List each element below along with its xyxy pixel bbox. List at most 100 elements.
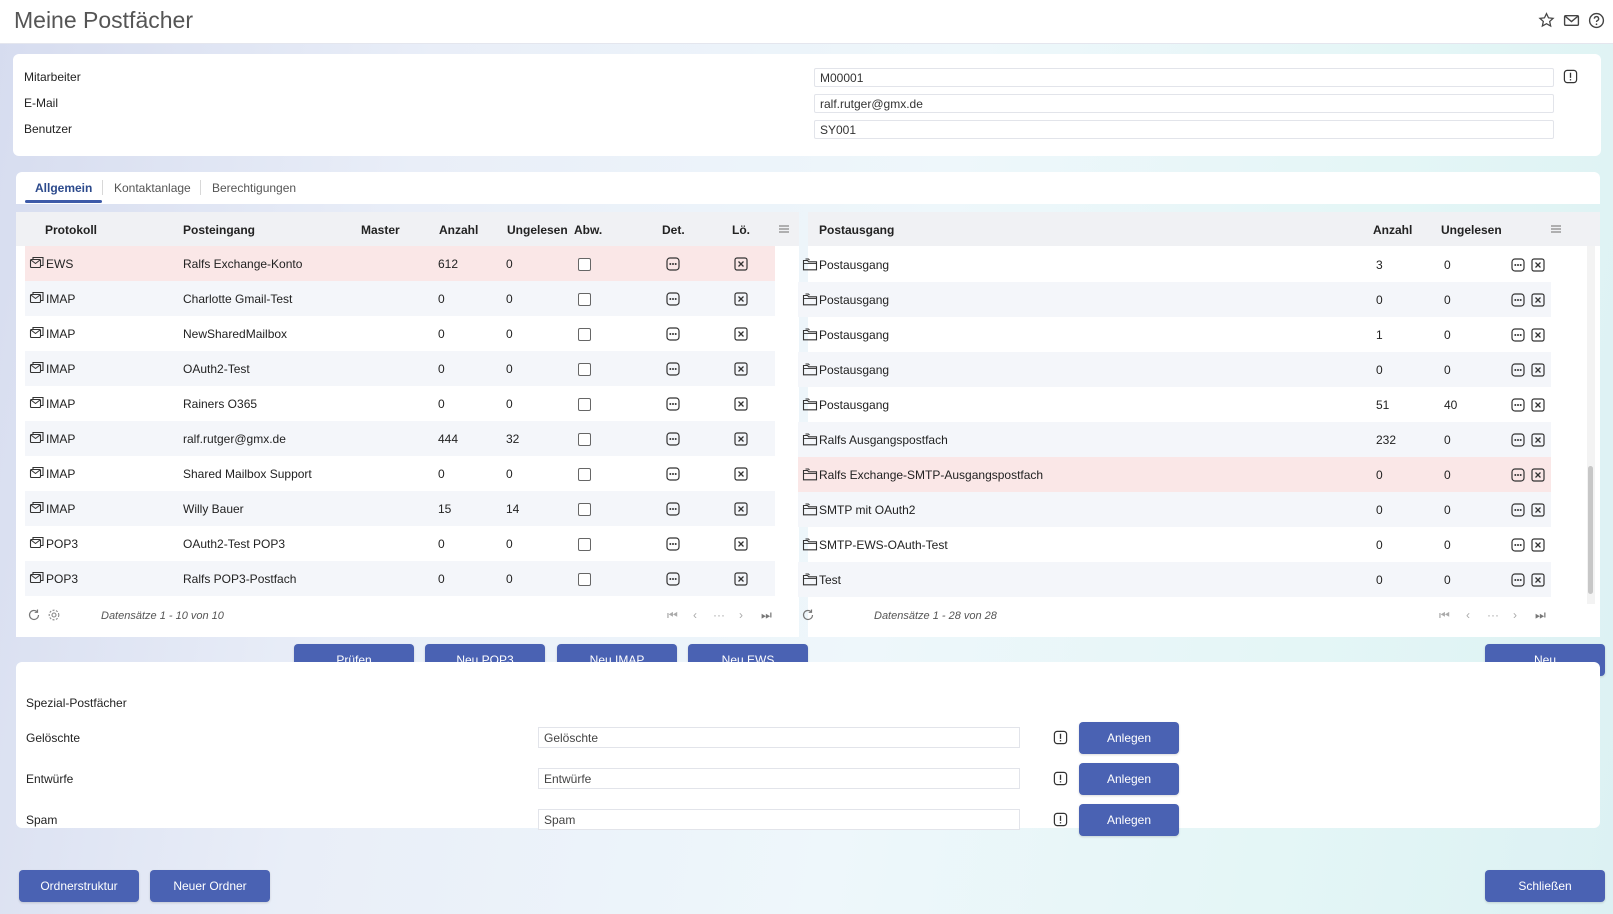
details-icon[interactable] xyxy=(666,327,680,341)
table-row[interactable]: IMAP Willy Bauer 15 14 xyxy=(25,491,775,526)
table-row[interactable]: IMAP ralf.rutger@gmx.de 444 32 xyxy=(25,421,775,456)
details-icon[interactable] xyxy=(666,362,680,376)
details-icon[interactable] xyxy=(1511,363,1525,377)
neuer-ordner-button[interactable]: Neuer Ordner xyxy=(150,870,270,902)
benutzer-field[interactable]: SY001 xyxy=(814,120,1554,139)
delete-icon[interactable] xyxy=(1531,293,1545,307)
col-ungelesen[interactable]: Ungelesen xyxy=(1441,223,1502,237)
abw-checkbox[interactable] xyxy=(578,258,591,271)
spam-info-icon[interactable] xyxy=(1053,812,1068,827)
refresh-icon[interactable] xyxy=(801,608,815,622)
mitarbeiter-field[interactable]: M00001 xyxy=(814,68,1554,87)
details-icon[interactable] xyxy=(1511,538,1525,552)
delete-icon[interactable] xyxy=(734,257,748,271)
details-icon[interactable] xyxy=(1511,398,1525,412)
delete-icon[interactable] xyxy=(734,502,748,516)
details-icon[interactable] xyxy=(1511,573,1525,587)
delete-icon[interactable] xyxy=(1531,433,1545,447)
details-icon[interactable] xyxy=(1511,328,1525,342)
last-page-icon[interactable]: ⏭ xyxy=(761,608,772,623)
table-row[interactable]: SMTP-EWS-OAuth-Test 0 0 xyxy=(798,527,1551,562)
abw-checkbox[interactable] xyxy=(578,328,591,341)
details-icon[interactable] xyxy=(666,257,680,271)
delete-icon[interactable] xyxy=(1531,573,1545,587)
abw-checkbox[interactable] xyxy=(578,398,591,411)
delete-icon[interactable] xyxy=(734,467,748,481)
delete-icon[interactable] xyxy=(1531,363,1545,377)
anlegen-spam-button[interactable]: Anlegen xyxy=(1079,804,1179,836)
delete-icon[interactable] xyxy=(734,432,748,446)
first-page-icon[interactable]: ⏮ xyxy=(667,608,678,623)
geloeschte-info-icon[interactable] xyxy=(1053,730,1068,745)
tab-allgemein[interactable]: Allgemein xyxy=(35,181,92,195)
table-row[interactable]: EWS Ralfs Exchange-Konto 612 0 xyxy=(25,246,775,281)
table-row[interactable]: Ralfs Ausgangspostfach 232 0 xyxy=(798,422,1551,457)
refresh-icon[interactable] xyxy=(27,608,41,622)
col-anzahl[interactable]: Anzahl xyxy=(1373,223,1412,237)
abw-checkbox[interactable] xyxy=(578,433,591,446)
details-icon[interactable] xyxy=(666,502,680,516)
abw-checkbox[interactable] xyxy=(578,538,591,551)
column-menu-icon[interactable] xyxy=(1550,223,1562,235)
col-abw[interactable]: Abw. xyxy=(574,223,602,237)
mitarbeiter-info-icon[interactable] xyxy=(1563,69,1578,84)
delete-icon[interactable] xyxy=(1531,503,1545,517)
details-icon[interactable] xyxy=(666,292,680,306)
table-row[interactable]: POP3 OAuth2-Test POP3 0 0 xyxy=(25,526,775,561)
table-row[interactable]: Ralfs Exchange-SMTP-Ausgangspostfach 0 0 xyxy=(798,457,1551,492)
settings-gear-icon[interactable] xyxy=(47,608,61,622)
delete-icon[interactable] xyxy=(1531,538,1545,552)
abw-checkbox[interactable] xyxy=(578,503,591,516)
table-row[interactable]: Postausgang 1 0 xyxy=(798,317,1551,352)
outbox-scrollbar-thumb[interactable] xyxy=(1588,466,1593,594)
geloeschte-field[interactable]: Gelöschte xyxy=(538,727,1020,748)
col-protokoll[interactable]: Protokoll xyxy=(45,223,97,237)
column-menu-icon[interactable] xyxy=(778,223,790,235)
details-icon[interactable] xyxy=(666,397,680,411)
table-row[interactable]: SMTP mit OAuth2 0 0 xyxy=(798,492,1551,527)
next-page-icon[interactable]: › xyxy=(1513,608,1517,622)
details-icon[interactable] xyxy=(1511,468,1525,482)
abw-checkbox[interactable] xyxy=(578,363,591,376)
delete-icon[interactable] xyxy=(734,397,748,411)
anlegen-geloeschte-button[interactable]: Anlegen xyxy=(1079,722,1179,754)
ordnerstruktur-button[interactable]: Ordnerstruktur xyxy=(19,870,139,902)
details-icon[interactable] xyxy=(1511,503,1525,517)
help-icon[interactable] xyxy=(1588,12,1605,29)
details-icon[interactable] xyxy=(666,572,680,586)
delete-icon[interactable] xyxy=(734,292,748,306)
abw-checkbox[interactable] xyxy=(578,468,591,481)
delete-icon[interactable] xyxy=(1531,468,1545,482)
col-ungelesen[interactable]: Ungelesen xyxy=(507,223,568,237)
page-dots[interactable]: ··· xyxy=(1487,608,1499,622)
table-row[interactable]: IMAP OAuth2-Test 0 0 xyxy=(25,351,775,386)
delete-icon[interactable] xyxy=(1531,398,1545,412)
details-icon[interactable] xyxy=(666,537,680,551)
prev-page-icon[interactable]: ‹ xyxy=(1466,608,1470,622)
abw-checkbox[interactable] xyxy=(578,293,591,306)
table-row[interactable]: Postausgang 3 0 xyxy=(798,247,1551,282)
tab-berechtigungen[interactable]: Berechtigungen xyxy=(212,181,296,195)
delete-icon[interactable] xyxy=(734,362,748,376)
email-field[interactable]: ralf.rutger@gmx.de xyxy=(814,94,1554,113)
delete-icon[interactable] xyxy=(734,572,748,586)
last-page-icon[interactable]: ⏭ xyxy=(1535,608,1546,623)
abw-checkbox[interactable] xyxy=(578,573,591,586)
details-icon[interactable] xyxy=(1511,433,1525,447)
delete-icon[interactable] xyxy=(1531,258,1545,272)
table-row[interactable]: IMAP Charlotte Gmail-Test 0 0 xyxy=(25,281,775,316)
details-icon[interactable] xyxy=(1511,258,1525,272)
tab-kontaktanlage[interactable]: Kontaktanlage xyxy=(114,181,191,195)
schliessen-button[interactable]: Schließen xyxy=(1485,870,1605,902)
table-row[interactable]: POP3 Ralfs POP3-Postfach 0 0 xyxy=(25,561,775,596)
table-row[interactable]: Postausgang 0 0 xyxy=(798,282,1551,317)
details-icon[interactable] xyxy=(1511,293,1525,307)
delete-icon[interactable] xyxy=(734,327,748,341)
first-page-icon[interactable]: ⏮ xyxy=(1439,608,1450,623)
col-postausgang[interactable]: Postausgang xyxy=(819,223,894,237)
col-posteingang[interactable]: Posteingang xyxy=(183,223,255,237)
mail-icon[interactable] xyxy=(1563,12,1580,29)
anlegen-entwuerfe-button[interactable]: Anlegen xyxy=(1079,763,1179,795)
entwuerfe-field[interactable]: Entwürfe xyxy=(538,768,1020,789)
col-loe[interactable]: Lö. xyxy=(732,223,750,237)
